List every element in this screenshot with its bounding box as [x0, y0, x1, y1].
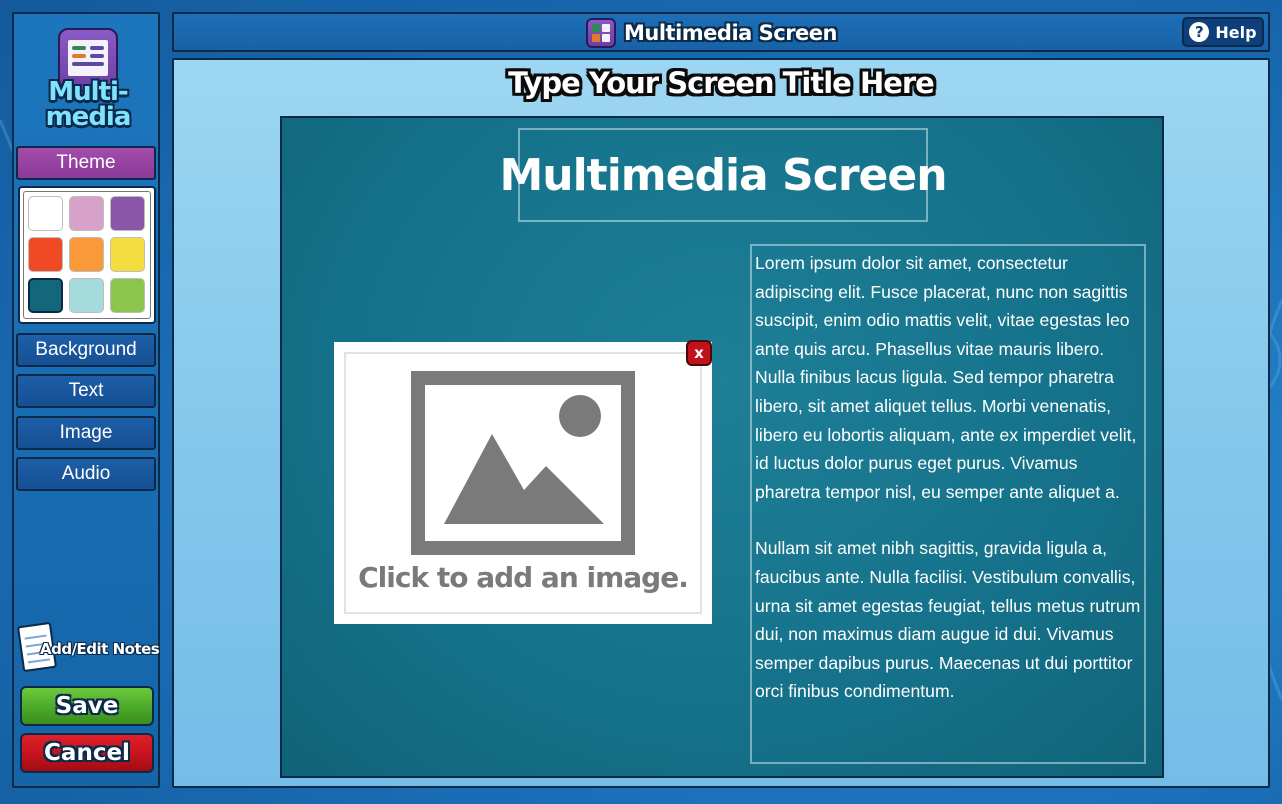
- swatch-teal[interactable]: [28, 278, 63, 313]
- image-button[interactable]: Image: [16, 416, 156, 450]
- image-placeholder-caption: Click to add an image.: [358, 561, 689, 594]
- screen-type-title: Multimedia Screen: [586, 18, 837, 48]
- text-button-label: Text: [68, 380, 104, 401]
- top-bar-title: Multimedia Screen: [624, 21, 837, 45]
- background-button[interactable]: Background: [16, 333, 156, 367]
- screen-editor: Type Your Screen Title Here Multimedia S…: [172, 58, 1270, 788]
- theme-button-label: Theme: [56, 152, 116, 173]
- logo-text: Multi- media: [42, 79, 134, 132]
- background-button-label: Background: [35, 339, 137, 360]
- help-button-label: Help: [1215, 22, 1257, 42]
- help-button[interactable]: ? Help: [1182, 17, 1264, 47]
- image-button-label: Image: [59, 422, 113, 443]
- slide-body-textbox[interactable]: Lorem ipsum dolor sit amet, consectetur …: [750, 244, 1146, 764]
- theme-button[interactable]: Theme: [16, 146, 156, 180]
- slide-heading-textbox[interactable]: Multimedia Screen: [499, 128, 948, 222]
- theme-color-palette: [18, 186, 156, 324]
- multimedia-icon: [586, 18, 616, 48]
- sidebar: Multi- media Theme Background Text Image…: [12, 12, 160, 788]
- body-paragraph-1: Lorem ipsum dolor sit amet, consectetur …: [755, 253, 1137, 502]
- question-mark-icon: ?: [1189, 22, 1210, 42]
- multimedia-logo: Multi- media: [42, 28, 134, 150]
- body-paragraph-2: Nullam sit amet nibh sagittis, gravida l…: [755, 538, 1141, 702]
- save-button-label: Save: [55, 693, 119, 719]
- cancel-button[interactable]: Cancel: [20, 733, 154, 773]
- swatch-white[interactable]: [28, 196, 63, 231]
- audio-button[interactable]: Audio: [16, 457, 156, 491]
- top-bar: Multimedia Screen ? Help: [172, 12, 1270, 52]
- swatch-light-cyan[interactable]: [69, 278, 104, 313]
- swatch-yellow[interactable]: [110, 237, 145, 272]
- swatch-red[interactable]: [28, 237, 63, 272]
- image-placeholder[interactable]: Click to add an image.: [334, 342, 712, 624]
- logo-text-line2: media: [45, 102, 132, 132]
- swatch-purple[interactable]: [110, 196, 145, 231]
- text-button[interactable]: Text: [16, 374, 156, 408]
- swatch-pink[interactable]: [69, 196, 104, 231]
- swatch-orange[interactable]: [69, 237, 104, 272]
- swatch-green[interactable]: [110, 278, 145, 313]
- add-edit-notes-label: Add/Edit Notes: [40, 640, 160, 658]
- save-button[interactable]: Save: [20, 686, 154, 726]
- audio-button-label: Audio: [61, 463, 111, 484]
- remove-image-button[interactable]: x: [686, 340, 712, 366]
- cancel-button-label: Cancel: [44, 740, 130, 766]
- add-edit-notes-button[interactable]: Add/Edit Notes: [16, 621, 160, 676]
- image-placeholder-frame: Click to add an image.: [344, 352, 702, 614]
- slide-canvas: Multimedia Screen Click to add an image.…: [280, 116, 1164, 778]
- screen-title-input[interactable]: Type Your Screen Title Here: [174, 66, 1268, 100]
